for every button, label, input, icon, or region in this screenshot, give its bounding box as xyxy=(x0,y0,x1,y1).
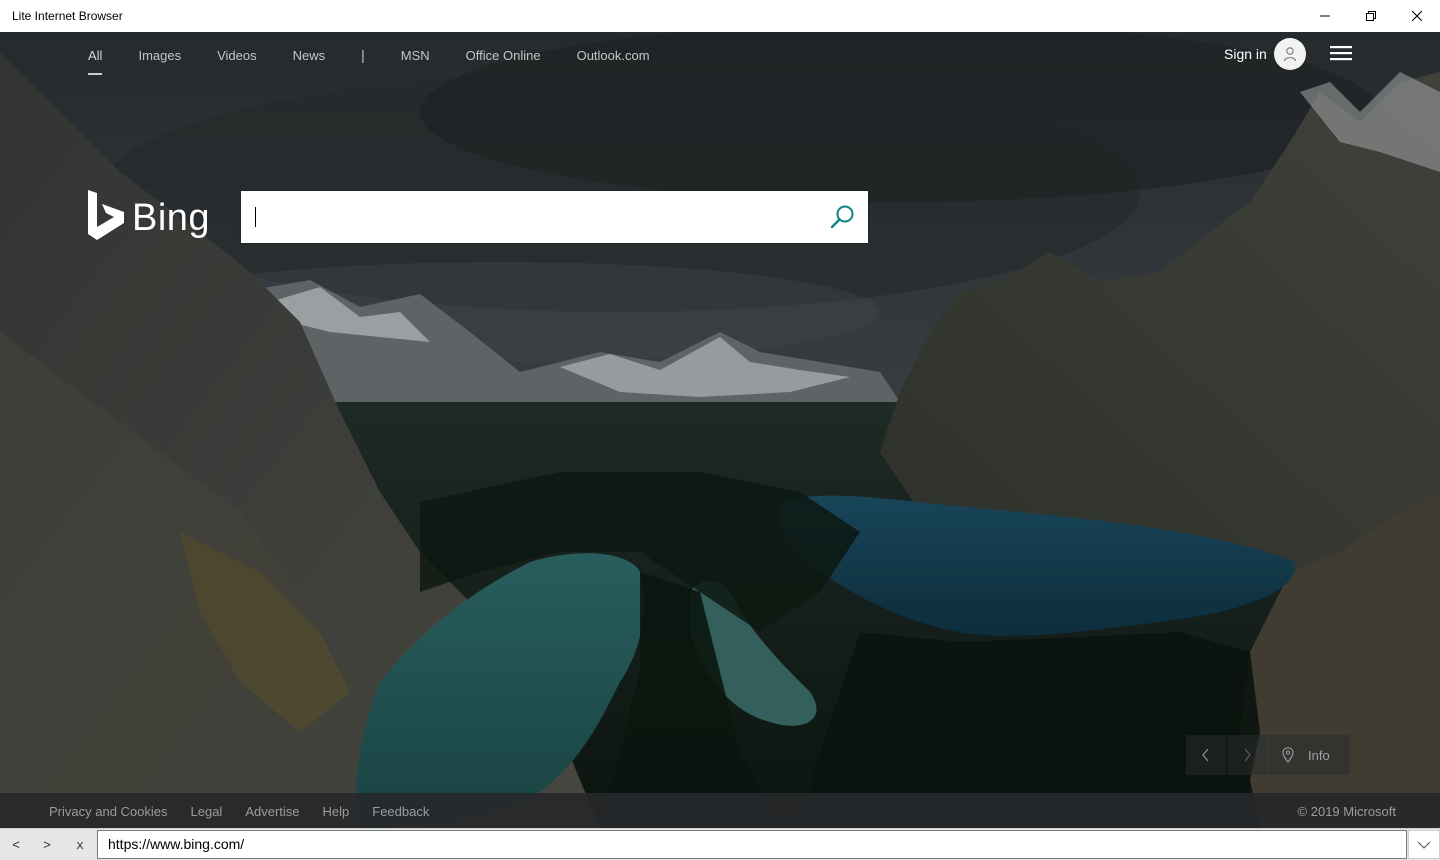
chevron-left-icon xyxy=(1202,748,1209,762)
copyright: © 2019 Microsoft xyxy=(1297,804,1396,819)
footer-feedback-link[interactable]: Feedback xyxy=(372,804,429,819)
window-title: Lite Internet Browser xyxy=(12,9,123,23)
nav-office-online[interactable]: Office Online xyxy=(466,47,541,75)
url-dropdown-button[interactable] xyxy=(1408,830,1440,859)
nav-separator: | xyxy=(361,47,365,63)
menu-button[interactable] xyxy=(1330,44,1354,64)
search-box xyxy=(241,191,868,243)
top-navigation: All Images Videos News | MSN Office Onli… xyxy=(88,46,686,76)
url-input[interactable]: https://www.bing.com/ xyxy=(97,830,1407,859)
chevron-right-icon xyxy=(1244,748,1251,762)
search-icon xyxy=(830,205,854,229)
close-icon xyxy=(1412,11,1422,21)
bing-logo[interactable]: Bing xyxy=(88,190,210,240)
logo-text: Bing xyxy=(132,197,211,239)
minimize-button[interactable] xyxy=(1302,0,1348,32)
stop-button[interactable]: x xyxy=(65,829,95,860)
nav-videos[interactable]: Videos xyxy=(217,47,257,75)
hamburger-icon xyxy=(1330,46,1352,61)
previous-image-button[interactable] xyxy=(1186,735,1226,775)
back-button[interactable]: < xyxy=(1,829,31,860)
title-bar: Lite Internet Browser xyxy=(0,0,1440,32)
nav-outlook[interactable]: Outlook.com xyxy=(577,47,650,75)
footer-help-link[interactable]: Help xyxy=(323,804,350,819)
bing-logo-icon xyxy=(88,190,124,240)
info-label: Info xyxy=(1308,747,1330,763)
search-button[interactable] xyxy=(828,203,856,231)
next-image-button[interactable] xyxy=(1227,735,1267,775)
forward-button[interactable]: > xyxy=(32,829,62,860)
restore-icon xyxy=(1366,11,1376,21)
page-viewport: All Images Videos News | MSN Office Onli… xyxy=(0,32,1440,828)
page-footer: Privacy and Cookies Legal Advertise Help… xyxy=(0,793,1440,828)
nav-all[interactable]: All xyxy=(88,47,103,75)
minimize-icon xyxy=(1320,15,1330,17)
image-controls: Info xyxy=(1186,735,1350,775)
chevron-down-icon xyxy=(1417,841,1431,849)
nav-images[interactable]: Images xyxy=(138,47,181,75)
footer-advertise-link[interactable]: Advertise xyxy=(245,804,299,819)
location-pin-icon xyxy=(1282,747,1294,763)
nav-msn[interactable]: MSN xyxy=(401,47,430,75)
footer-privacy-link[interactable]: Privacy and Cookies xyxy=(49,804,168,819)
nav-news[interactable]: News xyxy=(293,47,326,75)
address-bar: < > x https://www.bing.com/ xyxy=(0,828,1440,860)
avatar[interactable] xyxy=(1274,38,1306,70)
text-caret xyxy=(255,207,256,227)
user-icon xyxy=(1283,47,1297,62)
close-button[interactable] xyxy=(1394,0,1440,32)
background-landscape xyxy=(0,32,1440,828)
restore-button[interactable] xyxy=(1348,0,1394,32)
sign-in-link[interactable]: Sign in xyxy=(1224,45,1267,63)
footer-legal-link[interactable]: Legal xyxy=(191,804,223,819)
image-info-button[interactable]: Info xyxy=(1268,735,1350,775)
search-input[interactable] xyxy=(253,201,813,233)
